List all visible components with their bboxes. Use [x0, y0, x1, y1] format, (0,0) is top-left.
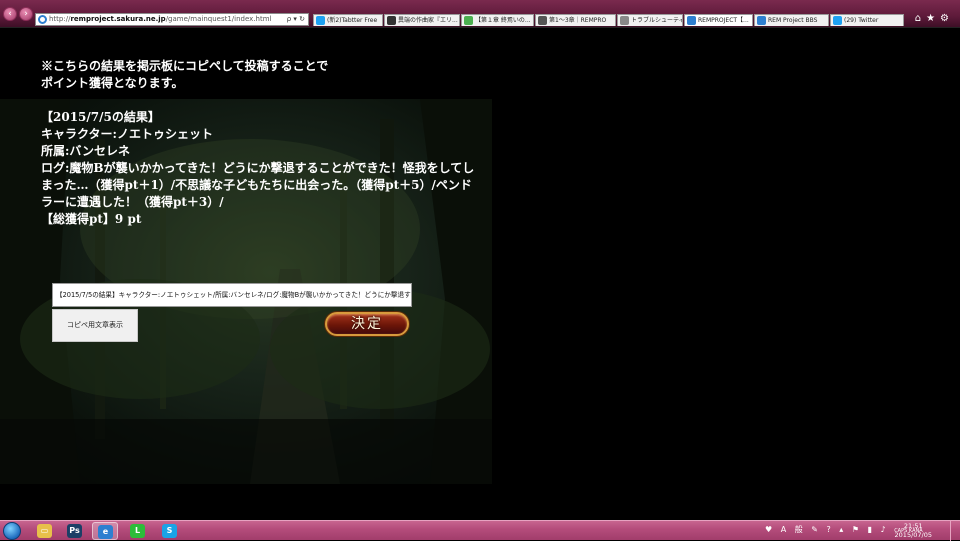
home-icon[interactable]: ⌂ — [915, 13, 926, 24]
photoshop-icon: Ps — [67, 524, 82, 538]
tab-label: REMPROJECT【... — [698, 17, 749, 24]
address-bar[interactable]: http://remproject.sakura.ne.jp/game/main… — [35, 13, 309, 26]
address-url: http://remproject.sakura.ne.jp/game/main… — [49, 15, 272, 23]
show-desktop-button[interactable] — [950, 521, 960, 541]
browser-tab[interactable]: (新2)Tabtter Free — [313, 14, 383, 26]
log-line: ラーに遭遇した！（獲得pt＋3）/ — [41, 195, 224, 209]
browser-tab[interactable]: REM Project BBS — [754, 14, 829, 26]
internet-explorer-icon: e — [98, 525, 113, 539]
browser-tab[interactable]: 第1〜3章｜REMPRO — [535, 14, 616, 26]
toolbar-icons: ⌂★⚙ — [915, 13, 954, 24]
result-text: ※こちらの結果を掲示板にコピペして投稿することで ポイント獲得となります。 【2… — [41, 58, 481, 228]
tab-label: トラブルシューティ... — [631, 17, 683, 24]
tab-favicon-icon — [687, 16, 696, 25]
browser-chrome: ‹ › http://remproject.sakura.ne.jp/game/… — [0, 0, 960, 28]
line-icon: L — [130, 524, 145, 538]
clock[interactable]: 21:51 2015/07/05 — [895, 522, 932, 540]
gear-icon[interactable]: ⚙ — [940, 13, 954, 24]
total-points: 【総獲得pt】9 pt — [41, 212, 142, 226]
tab-label: 第1〜3章｜REMPRO — [549, 17, 607, 24]
taskbar-app-internet-explorer[interactable]: e — [92, 522, 118, 540]
site-favicon-icon — [38, 15, 47, 24]
browser-tab[interactable]: (29) Twitter — [830, 14, 904, 26]
browser-tab[interactable]: 異端の作曲家『エリ... — [384, 14, 460, 26]
show-copy-text-button[interactable]: コピペ用文章表示 — [52, 309, 138, 342]
clock-time: 21:51 — [903, 522, 923, 530]
start-button[interactable] — [3, 522, 21, 540]
star-icon[interactable]: ★ — [926, 13, 940, 24]
intro-line: ポイント獲得となります。 — [41, 76, 184, 90]
result-date-header: 【2015/7/5の結果】 — [41, 110, 160, 124]
taskbar-app-skype[interactable]: S — [157, 522, 183, 540]
explorer-folder-icon: ▭ — [37, 524, 52, 538]
tab-favicon-icon — [757, 16, 766, 25]
skype-icon: S — [162, 524, 177, 538]
log-line: ログ:魔物Bが襲いかかってきた！どうにか撃退することができた！怪我をしてし — [41, 161, 475, 175]
taskbar-app-photoshop[interactable]: Ps — [62, 522, 88, 540]
browser-tab[interactable]: トラブルシューティ... — [617, 14, 683, 26]
taskbar-app-explorer-folder[interactable]: ▭ — [32, 522, 58, 540]
tab-favicon-icon — [538, 16, 547, 25]
clock-date: 2015/07/05 — [894, 531, 932, 539]
copy-text-field[interactable]: 【2015/7/5の結果】キャラクター:ノエトゥシェット/所属:バンセレネ/ログ… — [52, 283, 412, 307]
tab-label: 異端の作曲家『エリ... — [398, 17, 458, 24]
tab-favicon-icon — [316, 16, 325, 25]
character-line: キャラクター:ノエトゥシェット — [41, 127, 213, 141]
browser-tab[interactable]: 【第１章 終焉いの... — [461, 14, 534, 26]
tab-favicon-icon — [833, 16, 842, 25]
tab-favicon-icon — [464, 16, 473, 25]
game-page: ※こちらの結果を掲示板にコピペして投稿することで ポイント獲得となります。 【2… — [0, 29, 960, 520]
tab-label: (新2)Tabtter Free — [327, 17, 378, 24]
tray-icons[interactable]: ♥ A 般 ✎ ? ▴ ⚑ ▮ ♪ — [765, 525, 889, 534]
log-line: まった…（獲得pt＋1）/不思議な子どもたちに出会った。（獲得pt＋5）/ペンド — [41, 178, 472, 192]
back-button[interactable]: ‹ — [3, 7, 17, 21]
taskbar: ▭ Ps e L S ♥ A 般 ✎ ? ▴ ⚑ ▮ ♪ CAPS KANA 21:51… — [0, 520, 960, 541]
browser-tab[interactable]: REMPROJECT【... — [684, 14, 753, 26]
affiliation-line: 所属:バンセレネ — [41, 144, 131, 158]
tab-label: (29) Twitter — [844, 17, 879, 24]
tab-favicon-icon — [620, 16, 629, 25]
tab-label: REM Project BBS — [768, 17, 818, 24]
intro-line: ※こちらの結果を掲示板にコピペして投稿することで — [41, 59, 329, 73]
tab-favicon-icon — [387, 16, 396, 25]
decide-button[interactable]: 決定 — [325, 312, 409, 336]
taskbar-app-line[interactable]: L — [125, 522, 151, 540]
address-controls[interactable]: ρ ▾ ↻ — [287, 14, 305, 25]
forward-button[interactable]: › — [19, 7, 33, 21]
tab-label: 【第１章 終焉いの... — [475, 17, 531, 24]
